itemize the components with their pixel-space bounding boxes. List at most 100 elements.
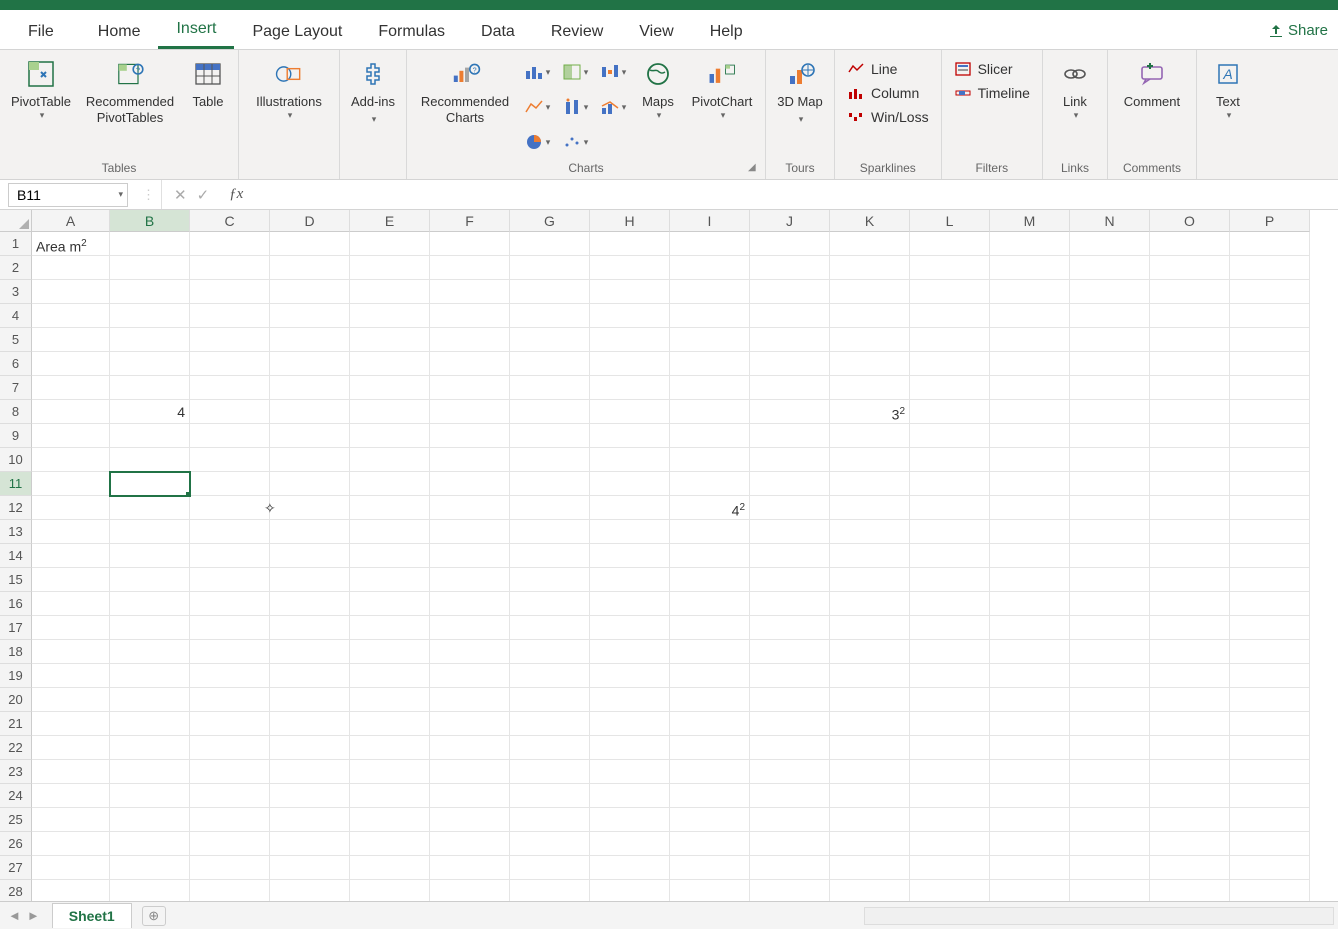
column-header[interactable]: B — [110, 210, 190, 232]
cell[interactable] — [190, 352, 270, 376]
row-header[interactable]: 23 — [0, 760, 32, 784]
cell[interactable] — [750, 784, 830, 808]
share-button[interactable]: Share — [1258, 16, 1338, 45]
cell[interactable]: 4 — [110, 400, 190, 424]
cell[interactable] — [910, 616, 990, 640]
cell[interactable] — [670, 712, 750, 736]
cell[interactable] — [430, 760, 510, 784]
cell[interactable] — [750, 256, 830, 280]
cell[interactable] — [670, 256, 750, 280]
cell[interactable] — [430, 448, 510, 472]
cell[interactable] — [270, 664, 350, 688]
column-header[interactable]: C — [190, 210, 270, 232]
cell[interactable] — [830, 448, 910, 472]
cell[interactable] — [32, 640, 110, 664]
cell[interactable] — [510, 784, 590, 808]
cell[interactable] — [350, 448, 430, 472]
cell[interactable] — [350, 592, 430, 616]
cell[interactable] — [110, 232, 190, 256]
cell[interactable] — [350, 544, 430, 568]
cell[interactable] — [510, 760, 590, 784]
cell[interactable] — [510, 832, 590, 856]
sheet-nav-prev-icon[interactable]: ◄ — [8, 908, 21, 923]
cell[interactable] — [670, 304, 750, 328]
cell[interactable] — [990, 400, 1070, 424]
cell[interactable] — [670, 328, 750, 352]
cell[interactable] — [32, 760, 110, 784]
cell[interactable] — [270, 760, 350, 784]
recommended-charts-button[interactable]: ? Recommended Charts — [413, 54, 517, 161]
cell[interactable] — [590, 256, 670, 280]
cell[interactable] — [830, 520, 910, 544]
tab-help[interactable]: Help — [692, 15, 761, 49]
row-header[interactable]: 10 — [0, 448, 32, 472]
cell[interactable] — [590, 760, 670, 784]
cell[interactable] — [670, 280, 750, 304]
cell[interactable] — [670, 616, 750, 640]
cell[interactable] — [910, 304, 990, 328]
cell[interactable] — [350, 856, 430, 880]
cell[interactable] — [750, 856, 830, 880]
cell[interactable] — [190, 664, 270, 688]
cell[interactable] — [1150, 328, 1230, 352]
cell[interactable] — [990, 616, 1070, 640]
cell[interactable] — [110, 496, 190, 520]
cell[interactable] — [590, 784, 670, 808]
cell[interactable] — [910, 832, 990, 856]
sheet-nav[interactable]: ◄ ► — [8, 908, 52, 923]
row-header[interactable]: 26 — [0, 832, 32, 856]
cell[interactable] — [110, 280, 190, 304]
cell[interactable] — [190, 424, 270, 448]
cell[interactable] — [430, 568, 510, 592]
cell[interactable] — [510, 688, 590, 712]
cell[interactable] — [830, 616, 910, 640]
cell[interactable] — [1070, 472, 1150, 496]
cell[interactable] — [590, 688, 670, 712]
cell[interactable] — [32, 592, 110, 616]
cell[interactable] — [590, 544, 670, 568]
cell[interactable] — [32, 520, 110, 544]
cell[interactable] — [110, 616, 190, 640]
cell[interactable] — [270, 520, 350, 544]
cell[interactable] — [830, 568, 910, 592]
cell[interactable] — [350, 688, 430, 712]
cell[interactable] — [670, 736, 750, 760]
cell[interactable] — [110, 832, 190, 856]
cell[interactable] — [32, 664, 110, 688]
cancel-formula-icon[interactable]: ✕ — [174, 186, 187, 204]
column-header[interactable]: I — [670, 210, 750, 232]
cell[interactable] — [270, 784, 350, 808]
cell[interactable] — [110, 760, 190, 784]
cell[interactable] — [510, 736, 590, 760]
cell[interactable] — [190, 760, 270, 784]
cell[interactable] — [350, 520, 430, 544]
cell[interactable] — [1070, 808, 1150, 832]
cell[interactable]: 32 — [830, 400, 910, 424]
cell[interactable] — [750, 400, 830, 424]
cell[interactable] — [1150, 568, 1230, 592]
cell[interactable] — [1230, 640, 1310, 664]
timeline-button[interactable]: Timeline — [948, 82, 1036, 104]
cell[interactable] — [750, 640, 830, 664]
cell[interactable] — [1230, 376, 1310, 400]
cell[interactable] — [110, 712, 190, 736]
cell[interactable] — [750, 232, 830, 256]
row-header[interactable]: 19 — [0, 664, 32, 688]
cell[interactable] — [510, 712, 590, 736]
cell[interactable] — [430, 688, 510, 712]
add-sheet-button[interactable]: ⊕ — [142, 906, 166, 926]
pivot-table-button[interactable]: PivotTable ▾ — [6, 54, 76, 161]
comment-button[interactable]: Comment — [1114, 54, 1190, 161]
cell[interactable] — [830, 232, 910, 256]
cell[interactable] — [990, 232, 1070, 256]
column-header[interactable]: D — [270, 210, 350, 232]
cell[interactable] — [590, 736, 670, 760]
select-all-corner[interactable] — [0, 210, 32, 232]
cell[interactable] — [990, 256, 1070, 280]
cell[interactable] — [32, 496, 110, 520]
cell[interactable] — [110, 592, 190, 616]
cell[interactable] — [190, 448, 270, 472]
cell[interactable] — [430, 280, 510, 304]
cell[interactable] — [190, 256, 270, 280]
slicer-button[interactable]: Slicer — [948, 58, 1036, 80]
